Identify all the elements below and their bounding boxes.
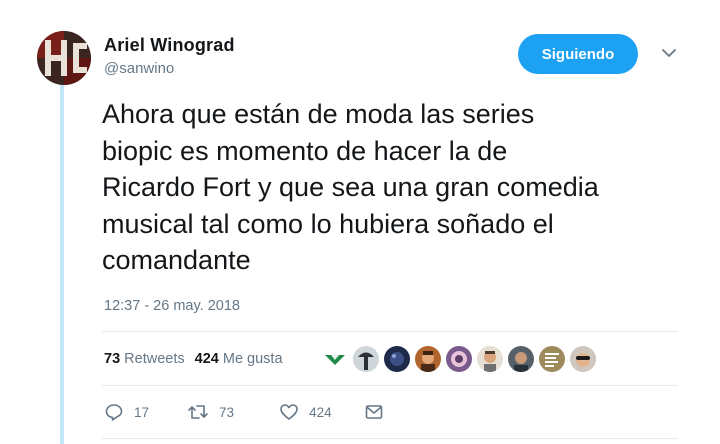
following-button[interactable]: Siguiendo xyxy=(518,34,638,74)
likes-count: 424 xyxy=(194,351,219,367)
author-display-name[interactable]: Ariel Winograd xyxy=(104,35,235,56)
liker-avatar[interactable] xyxy=(539,346,565,372)
likes-stat[interactable]: 424 Me gusta xyxy=(195,351,283,367)
author-handle[interactable]: @sanwino xyxy=(104,60,174,77)
tweet-text-line: comandante xyxy=(102,245,251,275)
liker-avatar[interactable] xyxy=(477,346,503,372)
reply-button[interactable]: 17 xyxy=(104,402,149,422)
reply-count: 17 xyxy=(134,404,150,420)
liker-avatar[interactable] xyxy=(508,346,534,372)
liker-avatars xyxy=(322,344,596,374)
retweets-count: 73 xyxy=(104,351,121,367)
tweet-text-line: musical tal como lo hubiera soñado el xyxy=(102,208,554,239)
author-avatar[interactable] xyxy=(37,31,91,85)
liker-avatar[interactable] xyxy=(384,346,410,372)
like-count: 424 xyxy=(309,404,332,420)
likes-label: Me gusta xyxy=(222,351,283,367)
tweet-stats: 73 Retweets 424 Me gusta xyxy=(104,351,283,367)
message-icon xyxy=(364,402,384,422)
tweet-text-line: Ahora que están de moda las series xyxy=(102,99,535,129)
divider xyxy=(102,331,678,332)
liker-avatar[interactable] xyxy=(322,346,348,372)
tweet-text-line: Ricardo Fort y que sea una gran comedia xyxy=(102,172,599,202)
divider xyxy=(102,385,678,386)
tweet-text: Ahora que están de moda las series biopi… xyxy=(102,96,702,279)
liker-avatar[interactable] xyxy=(415,346,441,372)
direct-message-button[interactable] xyxy=(364,402,384,422)
reply-icon xyxy=(104,402,124,422)
retweets-stat[interactable]: 73 Retweets xyxy=(104,351,185,367)
retweet-button[interactable]: 73 xyxy=(187,402,234,422)
thread-connector xyxy=(60,82,64,444)
retweets-label: Retweets xyxy=(124,351,185,367)
tweet-timestamp[interactable]: 12:37 - 26 may. 2018 xyxy=(104,298,240,314)
liker-avatar[interactable] xyxy=(570,346,596,372)
heart-icon xyxy=(279,402,299,422)
like-button[interactable]: 424 xyxy=(279,402,332,422)
divider xyxy=(102,438,678,439)
chevron-down-icon[interactable] xyxy=(661,46,677,58)
retweet-count: 73 xyxy=(219,404,235,420)
retweet-icon xyxy=(187,402,209,422)
tweet-actions: 17 73 424 xyxy=(104,402,384,422)
tweet-text-line: biopic es momento de hacer la de xyxy=(102,135,508,166)
liker-avatar[interactable] xyxy=(446,346,472,372)
liker-avatar[interactable] xyxy=(353,346,379,372)
